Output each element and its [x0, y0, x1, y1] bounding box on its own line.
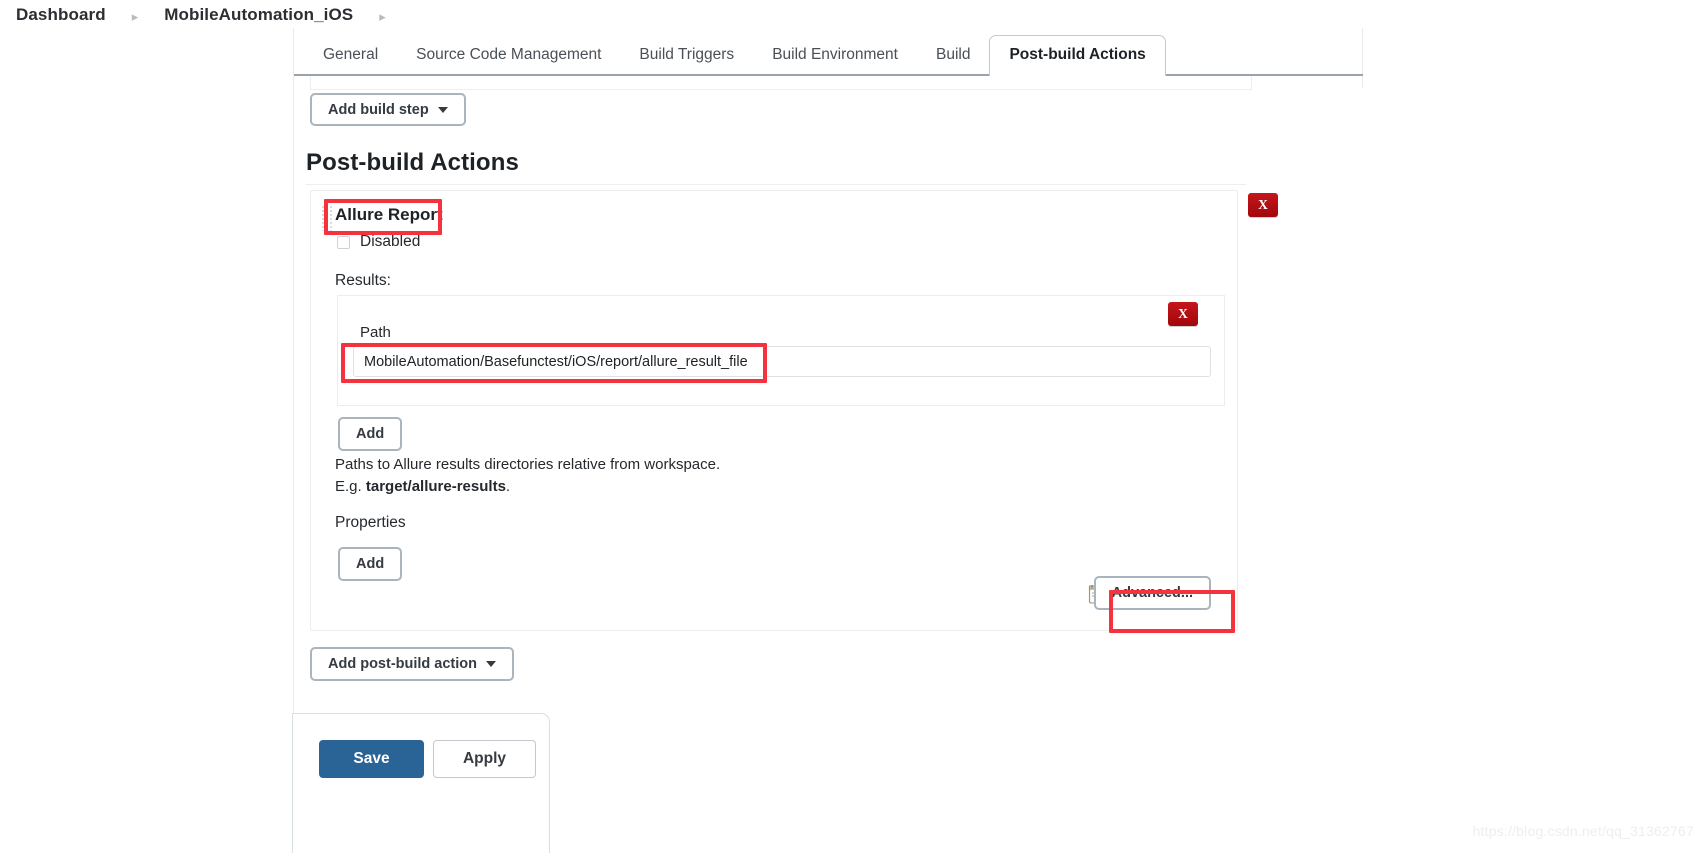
breadcrumb-item-dashboard[interactable]: Dashboard: [12, 5, 110, 25]
breadcrumb-separator-icon: ▸: [131, 8, 139, 24]
tab-build-environment[interactable]: Build Environment: [753, 37, 917, 76]
apply-button[interactable]: Apply: [433, 740, 536, 778]
results-entry: X Path: [337, 295, 1225, 406]
content-left-divider: [293, 28, 294, 818]
add-results-path-button[interactable]: Add: [338, 417, 403, 451]
chevron-down-icon-2: [486, 661, 497, 667]
post-build-action-card: Allure Report Disabled Results: X Path A…: [310, 190, 1238, 631]
tab-general[interactable]: General: [304, 37, 397, 76]
chevron-down-icon: [437, 106, 448, 113]
properties-label: Properties: [335, 514, 406, 531]
add-post-build-action-button[interactable]: Add post-build action: [310, 647, 515, 681]
tab-build[interactable]: Build: [917, 37, 989, 76]
results-help-text: Paths to Allure results directories rela…: [335, 454, 720, 498]
disabled-checkbox-label: Disabled: [360, 233, 421, 250]
add-post-build-action-label: Add post-build action: [328, 656, 478, 672]
page-title: Post-build Actions: [306, 149, 519, 176]
results-entry-remove-button[interactable]: X: [1168, 302, 1198, 326]
post-build-action-title: Allure Report: [335, 205, 443, 224]
add-build-step-label: Add build step: [328, 101, 429, 118]
tab-post-build-actions[interactable]: Post-build Actions: [989, 34, 1166, 76]
add-property-button[interactable]: Add: [338, 547, 403, 581]
drag-handle-icon[interactable]: [321, 205, 333, 231]
results-help-line-2: E.g. target/allure-results.: [335, 476, 720, 498]
add-build-step-button[interactable]: Add build step: [310, 93, 466, 126]
breadcrumb-item-job[interactable]: MobileAutomation_iOS: [160, 5, 357, 25]
path-input[interactable]: [353, 346, 1211, 377]
path-label: Path: [360, 324, 391, 341]
tab-source-code-management[interactable]: Source Code Management: [397, 37, 620, 76]
breadcrumb-separator-icon-2: ▸: [379, 8, 386, 24]
results-help-example: target/allure-results: [365, 478, 506, 495]
breadcrumb: Dashboard ▸ MobileAutomation_iOS ▸: [12, 0, 408, 30]
results-help-line-1: Paths to Allure results directories rela…: [335, 456, 721, 473]
config-tablist: General Source Code Management Build Tri…: [304, 31, 1166, 76]
config-submit-bar: Save Apply: [292, 713, 550, 853]
jenkins-job-config-page: Dashboard ▸ MobileAutomation_iOS ▸ Gener…: [0, 0, 1708, 853]
results-help-prefix: E.g.: [335, 478, 366, 495]
disabled-checkbox-row: Disabled: [337, 233, 420, 251]
tab-build-triggers[interactable]: Build Triggers: [620, 37, 753, 76]
section-divider: [306, 184, 1246, 185]
disabled-checkbox[interactable]: [337, 235, 350, 249]
scrolled-field-remnant: [310, 76, 1252, 90]
post-build-action-remove-button[interactable]: X: [1248, 193, 1278, 217]
watermark: https://blog.csdn.net/qq_31362767: [1472, 823, 1694, 839]
save-button[interactable]: Save: [319, 740, 424, 778]
results-entry-remove-wrap: X: [1168, 302, 1198, 326]
results-help-suffix: .: [505, 478, 511, 495]
results-label: Results:: [335, 272, 391, 289]
advanced-button[interactable]: Advanced...: [1093, 576, 1211, 610]
config-tabbar: General Source Code Management Build Tri…: [294, 31, 1363, 76]
